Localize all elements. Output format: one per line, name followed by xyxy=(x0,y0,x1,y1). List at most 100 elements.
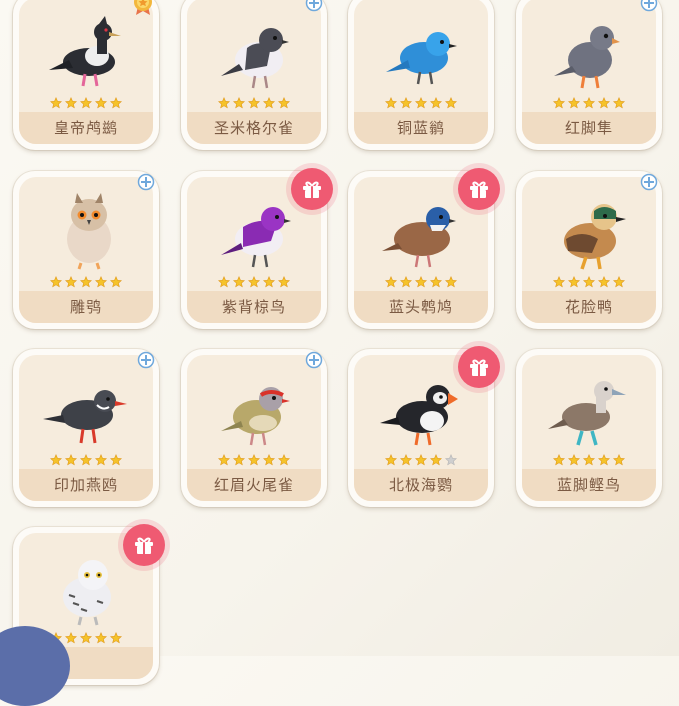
bird-card[interactable]: 雕鸮 xyxy=(13,171,159,329)
star-filled-icon xyxy=(263,97,275,109)
gift-button[interactable] xyxy=(458,346,500,388)
bird-name-label: 皇帝鸬鹚 xyxy=(19,112,153,144)
bluehead-dove-image xyxy=(382,207,456,268)
bird-name-label: 蓝脚鲣鸟 xyxy=(522,469,656,501)
star-filled-icon xyxy=(445,97,457,109)
star-filled-icon xyxy=(80,632,92,644)
star-filled-icon xyxy=(445,276,457,288)
bird-card[interactable]: 铜蓝鹟 xyxy=(348,0,494,150)
star-filled-icon xyxy=(553,97,565,109)
star-filled-icon xyxy=(95,632,107,644)
star-filled-icon xyxy=(233,276,245,288)
star-filled-icon xyxy=(80,454,92,466)
collect-icon xyxy=(137,351,155,369)
star-filled-icon xyxy=(430,454,442,466)
star-filled-icon xyxy=(218,454,230,466)
cormorant-bird-image xyxy=(49,16,121,87)
bird-name-label: 蓝头鹎鸠 xyxy=(354,291,488,323)
star-rating xyxy=(19,276,153,288)
gift-icon xyxy=(303,181,321,198)
card-background: 雕鸮 xyxy=(19,177,153,323)
bird-name-label: 红眉火尾雀 xyxy=(187,469,321,501)
star-filled-icon xyxy=(248,97,260,109)
star-filled-icon xyxy=(400,97,412,109)
star-filled-icon xyxy=(95,276,107,288)
bird-name-label: 圣米格尔雀 xyxy=(187,112,321,144)
star-filled-icon xyxy=(400,276,412,288)
star-filled-icon xyxy=(248,276,260,288)
star-filled-icon xyxy=(50,276,62,288)
star-filled-icon xyxy=(613,276,625,288)
star-filled-icon xyxy=(430,97,442,109)
star-filled-icon xyxy=(613,97,625,109)
star-filled-icon xyxy=(65,454,77,466)
card-background: 印加燕鸥 xyxy=(19,355,153,501)
collect-icon xyxy=(640,0,658,12)
bird-name-label: 花脸鸭 xyxy=(522,291,656,323)
star-filled-icon xyxy=(415,276,427,288)
star-filled-icon xyxy=(278,97,290,109)
gift-button[interactable] xyxy=(291,168,333,210)
star-filled-icon xyxy=(278,276,290,288)
star-filled-icon xyxy=(110,276,122,288)
bird-card[interactable]: 印加燕鸥 xyxy=(13,349,159,507)
star-filled-icon xyxy=(385,454,397,466)
medal-icon xyxy=(134,0,152,15)
star-filled-icon xyxy=(65,632,77,644)
sparrow-bird-image xyxy=(221,28,289,89)
gift-button[interactable] xyxy=(458,168,500,210)
collect-icon xyxy=(137,173,155,191)
star-filled-icon xyxy=(80,276,92,288)
card-background: 圣米格尔雀 xyxy=(187,0,321,144)
booby-bird-image xyxy=(548,381,626,446)
starling-bird-image xyxy=(221,207,291,268)
star-rating xyxy=(522,454,656,466)
star-empty-icon xyxy=(445,454,457,466)
bird-name-label: 雕鸮 xyxy=(19,291,153,323)
card-background: 铜蓝鹟 xyxy=(354,0,488,144)
star-filled-icon xyxy=(218,97,230,109)
bird-card[interactable]: 蓝脚鲣鸟 xyxy=(516,349,662,507)
bird-card[interactable]: 皇帝鸬鹚 xyxy=(13,0,159,150)
bird-name-label: 印加燕鸥 xyxy=(19,469,153,501)
star-filled-icon xyxy=(568,276,580,288)
star-filled-icon xyxy=(263,276,275,288)
star-filled-icon xyxy=(110,97,122,109)
star-filled-icon xyxy=(50,454,62,466)
star-rating xyxy=(19,97,153,109)
star-filled-icon xyxy=(248,454,260,466)
gift-icon xyxy=(135,537,153,554)
star-filled-icon xyxy=(568,97,580,109)
bird-card[interactable]: 红脚隼 xyxy=(516,0,662,150)
star-rating xyxy=(354,454,488,466)
star-filled-icon xyxy=(385,97,397,109)
eagle-owl-image xyxy=(67,193,111,270)
star-filled-icon xyxy=(598,454,610,466)
star-filled-icon xyxy=(50,97,62,109)
star-filled-icon xyxy=(553,276,565,288)
bird-card[interactable]: 圣米格尔雀 xyxy=(181,0,327,150)
collect-icon xyxy=(305,351,323,369)
star-rating xyxy=(187,454,321,466)
star-filled-icon xyxy=(598,276,610,288)
verditer-flycatcher-image xyxy=(386,32,457,85)
star-filled-icon xyxy=(110,632,122,644)
bird-card[interactable]: 红眉火尾雀 xyxy=(181,349,327,507)
star-filled-icon xyxy=(598,97,610,109)
collect-icon xyxy=(640,173,658,191)
star-rating xyxy=(522,97,656,109)
star-filled-icon xyxy=(65,97,77,109)
star-filled-icon xyxy=(95,97,107,109)
star-filled-icon xyxy=(233,454,245,466)
card-background: 蓝脚鲣鸟 xyxy=(522,355,656,501)
card-background: 花脸鸭 xyxy=(522,177,656,323)
star-filled-icon xyxy=(583,276,595,288)
bird-name-label: 红脚隼 xyxy=(522,112,656,144)
gift-icon xyxy=(470,181,488,198)
card-background: 红脚隼 xyxy=(522,0,656,144)
star-filled-icon xyxy=(65,276,77,288)
star-rating xyxy=(187,97,321,109)
gift-button[interactable] xyxy=(123,524,165,566)
falcon-bird-image xyxy=(554,26,620,89)
bird-card[interactable]: 花脸鸭 xyxy=(516,171,662,329)
